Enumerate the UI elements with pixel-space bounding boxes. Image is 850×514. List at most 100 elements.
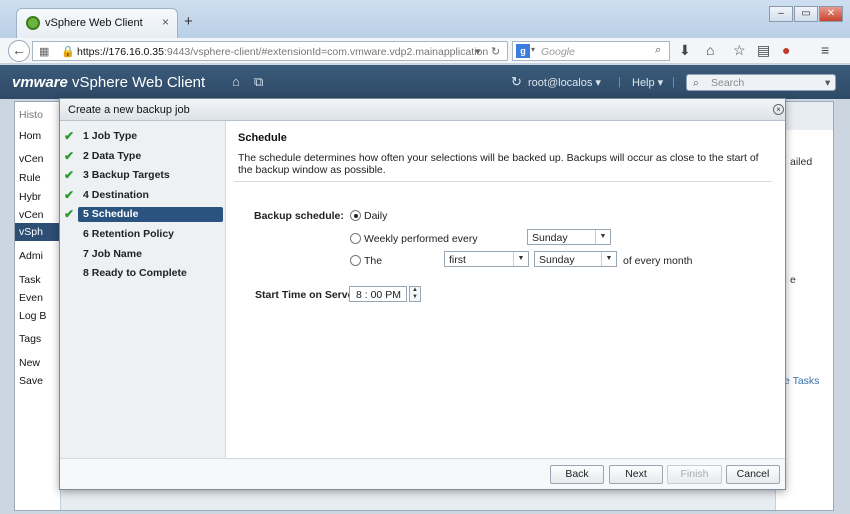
nav-item-rules[interactable]: Rule: [19, 172, 61, 184]
back-arrow-icon[interactable]: ←: [8, 40, 30, 62]
ordinal-select[interactable]: first ▼: [444, 251, 529, 267]
page-icon: ▦: [39, 46, 50, 58]
cancel-button[interactable]: Cancel: [726, 465, 780, 484]
step-ready-to-complete[interactable]: 8 Ready to Complete: [78, 266, 223, 281]
next-button[interactable]: Next: [609, 465, 663, 484]
weekly-label[interactable]: Weekly performed every: [364, 233, 478, 245]
weekly-radio[interactable]: [350, 233, 361, 244]
vsphere-favicon-icon: [26, 16, 40, 30]
chevron-down-icon: ▼: [601, 252, 616, 266]
url-text: https://176.16.0.35:9443/vsphere-client/…: [77, 46, 489, 58]
daily-label[interactable]: Daily: [364, 210, 387, 222]
checkmark-icon: ✔: [64, 207, 75, 221]
home-icon[interactable]: ⌂: [232, 74, 240, 89]
nav-item-vcenter-orchestrator[interactable]: vCen: [19, 209, 61, 221]
step-job-name[interactable]: 7 Job Name: [78, 247, 223, 262]
nav-item-vcenter[interactable]: vCen: [19, 153, 61, 165]
window-close-button[interactable]: ✕: [819, 6, 843, 22]
search-placeholder: Search: [711, 77, 745, 89]
nav-item-administration[interactable]: Admi: [19, 250, 61, 262]
nav-item-events[interactable]: Even: [19, 292, 61, 304]
maximize-button[interactable]: ▭: [794, 6, 818, 22]
help-menu[interactable]: Help ▾: [632, 76, 663, 89]
step-data-type[interactable]: ✔ 2 Data Type: [64, 149, 223, 164]
panel-text: ailed: [790, 156, 813, 168]
browser-tab[interactable]: vSphere Web Client ×: [16, 8, 178, 38]
engine-dropdown-icon[interactable]: ▾: [531, 45, 535, 54]
nav-item-home[interactable]: Hom: [19, 130, 61, 142]
step-retention-policy[interactable]: 6 Retention Policy: [78, 227, 223, 242]
finish-button[interactable]: Finish: [667, 465, 722, 484]
wizard-steps: ✔ 1 Job Type ✔ 2 Data Type ✔ 3 Backup Ta…: [60, 121, 226, 458]
step-backup-targets[interactable]: ✔ 3 Backup Targets: [64, 168, 223, 183]
create-backup-job-dialog: Create a new backup job × ✔ 1 Job Type ✔…: [59, 98, 786, 490]
brand-logo: vmware vSphere Web Client: [12, 74, 205, 91]
dialog-titlebar: Create a new backup job ×: [60, 99, 785, 121]
header-divider: |: [618, 76, 621, 88]
reload-icon[interactable]: ↻: [491, 45, 500, 58]
star-icon[interactable]: ☆: [733, 42, 746, 59]
monthly-radio[interactable]: [350, 255, 361, 266]
nav-item-vsphere-data-protection[interactable]: vSph: [15, 223, 61, 241]
nav-item-saved-searches[interactable]: Save: [19, 375, 61, 387]
url-bar[interactable]: ▦ 🔒 https://176.16.0.35:9443/vsphere-cli…: [32, 41, 508, 61]
divider: [234, 181, 772, 182]
adblock-icon[interactable]: ●: [782, 42, 790, 58]
global-search-input[interactable]: ⌕ Search ▾: [686, 74, 836, 91]
nav-item-log-browser[interactable]: Log B: [19, 310, 61, 322]
the-label[interactable]: The: [364, 255, 382, 267]
tab-title: vSphere Web Client: [45, 17, 143, 29]
spin-up-icon[interactable]: ▲: [410, 287, 420, 294]
windows-icon[interactable]: ⧉: [254, 74, 263, 90]
spin-down-icon[interactable]: ▼: [410, 294, 420, 301]
nav-item-hybrid[interactable]: Hybr: [19, 191, 61, 203]
google-icon[interactable]: g: [516, 44, 530, 58]
schedule-page: Schedule The schedule determines how oft…: [226, 121, 785, 458]
start-time-input[interactable]: 8 : 00 PM: [349, 286, 407, 302]
step-schedule[interactable]: ✔ 5 Schedule: [64, 207, 223, 222]
dropdown-arrow-icon[interactable]: ▾: [475, 45, 481, 58]
checkmark-icon: ✔: [64, 168, 75, 182]
chevron-down-icon: ▼: [513, 252, 528, 266]
dialog-footer: Back Next Finish Cancel: [60, 458, 785, 489]
browser-titlebar: vSphere Web Client × + ‒ ▭ ✕: [0, 0, 850, 38]
magnifier-icon[interactable]: ⌕: [655, 44, 661, 57]
more-tasks-link[interactable]: e Tasks: [784, 375, 819, 387]
chevron-down-icon[interactable]: ▾: [825, 77, 830, 89]
menu-icon[interactable]: ≡: [821, 42, 829, 58]
browser-navbar: ← ▦ 🔒 https://176.16.0.35:9443/vsphere-c…: [0, 38, 850, 64]
dialog-title: Create a new backup job: [68, 104, 190, 116]
refresh-icon[interactable]: ↻: [511, 74, 522, 90]
daily-radio[interactable]: [350, 210, 361, 221]
user-menu[interactable]: root@localos ▾: [528, 76, 601, 89]
step-job-type[interactable]: ✔ 1 Job Type: [64, 129, 223, 144]
backup-schedule-label: Backup schedule:: [254, 210, 344, 222]
bookmarks-icon[interactable]: ▤: [757, 42, 770, 59]
magnifier-icon: ⌕: [693, 77, 699, 89]
back-button[interactable]: Back: [550, 465, 604, 484]
nav-item-tasks[interactable]: Task: [19, 274, 61, 286]
download-icon[interactable]: ⬇: [679, 42, 691, 59]
lock-icon: 🔒: [61, 46, 75, 58]
checkmark-icon: ✔: [64, 149, 75, 163]
tab-close-icon[interactable]: ×: [162, 15, 169, 29]
start-time-label: Start Time on Server:: [255, 289, 362, 301]
of-every-month-label: of every month: [623, 255, 693, 267]
minimize-button[interactable]: ‒: [769, 6, 793, 22]
panel-text: e: [790, 274, 796, 286]
new-tab-button[interactable]: +: [184, 13, 193, 30]
browser-search-box[interactable]: g ▾ Google ⌕: [512, 41, 670, 61]
page-title: Schedule: [238, 132, 287, 144]
checkmark-icon: ✔: [64, 188, 75, 202]
history-button[interactable]: Histo: [19, 109, 61, 121]
time-spinner[interactable]: ▲ ▼: [409, 286, 421, 302]
nav-item-tags[interactable]: Tags: [19, 333, 61, 345]
vmware-logo: vmware: [12, 74, 68, 91]
weekly-day-select[interactable]: Sunday ▼: [527, 229, 611, 245]
monthly-day-select[interactable]: Sunday ▼: [534, 251, 617, 267]
step-destination[interactable]: ✔ 4 Destination: [64, 188, 223, 203]
checkmark-icon: ✔: [64, 129, 75, 143]
close-icon[interactable]: ×: [773, 104, 784, 115]
nav-item-new-search[interactable]: New: [19, 357, 61, 369]
home-icon[interactable]: ⌂: [706, 42, 714, 58]
